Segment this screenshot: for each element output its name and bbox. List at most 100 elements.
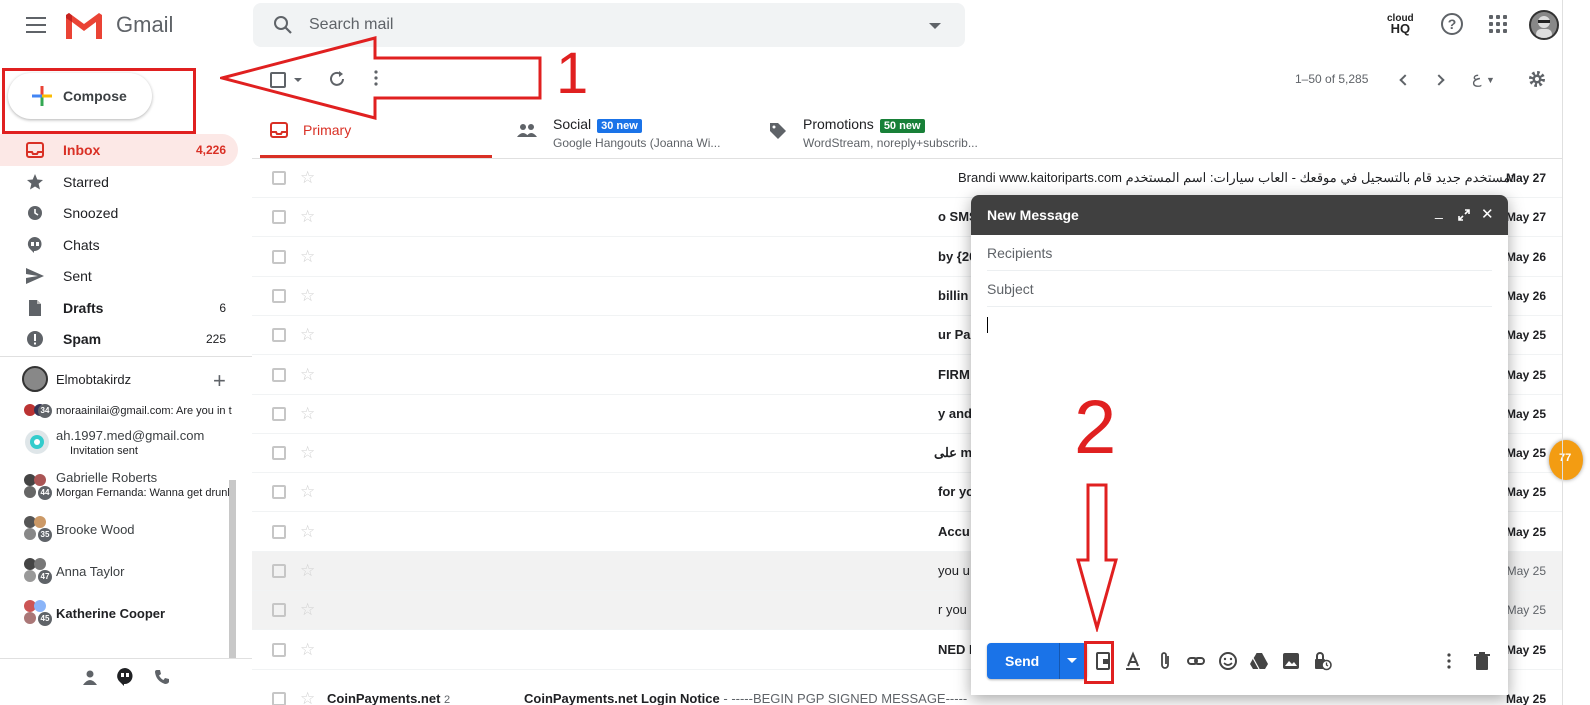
- table-row[interactable]: ☆ Brandi www.kaitoriparts.com مستخدم جديد…: [252, 159, 1562, 198]
- row-checkbox[interactable]: [272, 406, 286, 421]
- recipients-field[interactable]: Recipients: [987, 235, 1492, 271]
- help-icon[interactable]: ?: [1441, 13, 1463, 35]
- contacts-icon[interactable]: [82, 669, 98, 685]
- chat-badge: 35: [38, 528, 52, 542]
- minimize-icon[interactable]: _: [1435, 203, 1443, 219]
- send-options-chevron-down-icon[interactable]: [1067, 658, 1077, 663]
- sidebar-item-spam[interactable]: Spam 225: [0, 323, 238, 355]
- select-all-checkbox[interactable]: [270, 72, 286, 88]
- chat-item[interactable]: 35 Brooke Wood: [22, 514, 232, 552]
- sidebar-divider: [0, 356, 252, 357]
- search-options-icon[interactable]: [929, 23, 941, 29]
- sidebar-scrollbar[interactable]: [229, 480, 236, 658]
- page-scrollbar[interactable]: [1562, 0, 1563, 705]
- message-body-editor[interactable]: [987, 307, 1492, 627]
- attach-icon[interactable]: [1155, 651, 1175, 671]
- star-icon[interactable]: ☆: [300, 286, 315, 306]
- new-count-badge: 30 new: [597, 119, 642, 133]
- gmail-logo-icon[interactable]: [64, 11, 104, 41]
- refresh-icon[interactable]: [328, 70, 346, 88]
- next-page-chevron-right-icon[interactable]: [1433, 74, 1445, 86]
- sidebar-item-starred[interactable]: Starred: [0, 166, 238, 198]
- emoji-icon[interactable]: [1218, 651, 1238, 671]
- photo-icon[interactable]: [1281, 651, 1301, 671]
- account-avatar[interactable]: [1529, 10, 1559, 40]
- chat-item[interactable]: ah.1997.med@gmail.com Invitation sent: [22, 428, 232, 466]
- apps-grid-icon[interactable]: [1489, 15, 1507, 33]
- send-button[interactable]: Send: [987, 643, 1087, 679]
- sidebar-item-snoozed[interactable]: Snoozed: [0, 197, 238, 229]
- chat-item[interactable]: 47 Anna Taylor: [22, 556, 232, 594]
- link-icon[interactable]: [1186, 651, 1206, 671]
- star-icon[interactable]: ☆: [300, 325, 315, 345]
- star-icon[interactable]: ☆: [300, 247, 315, 267]
- send-icon: [26, 268, 44, 284]
- compose-dialog-header[interactable]: New Message _ ✕: [971, 195, 1508, 235]
- star-icon[interactable]: ☆: [300, 600, 315, 620]
- prev-page-chevron-left-icon[interactable]: [1399, 74, 1411, 86]
- expand-icon[interactable]: [1458, 209, 1470, 221]
- row-checkbox[interactable]: [272, 210, 286, 225]
- star-icon[interactable]: ☆: [300, 640, 315, 660]
- row-checkbox[interactable]: [272, 288, 286, 303]
- star-icon[interactable]: ☆: [300, 443, 315, 463]
- hangouts-icon[interactable]: [116, 667, 134, 687]
- star-icon[interactable]: ☆: [300, 207, 315, 227]
- pagination-label: 1–50 of 5,285: [1295, 72, 1369, 86]
- send-label: Send: [1005, 653, 1040, 669]
- search-input[interactable]: Search mail: [309, 16, 393, 34]
- row-checkbox[interactable]: [272, 249, 286, 264]
- sidebar-item-sent[interactable]: Sent: [0, 260, 238, 292]
- star-icon[interactable]: ☆: [300, 168, 315, 188]
- star-icon: [27, 174, 43, 190]
- row-checkbox[interactable]: [272, 367, 286, 382]
- send-divider: [1059, 643, 1060, 679]
- phone-icon[interactable]: [154, 669, 170, 685]
- tab-social[interactable]: Social 30 new Google Hangouts (Joanna Wi.…: [515, 108, 755, 158]
- confidential-mode-icon[interactable]: [1312, 651, 1332, 671]
- sidebar-item-chats[interactable]: Chats: [0, 229, 238, 261]
- tab-label: Social 30 new: [553, 116, 642, 133]
- main-menu-icon[interactable]: [26, 17, 46, 33]
- tab-promotions[interactable]: Promotions 50 new WordStream, noreply+sub…: [768, 108, 1008, 158]
- tab-label: Primary: [303, 122, 352, 138]
- tab-primary[interactable]: Primary: [260, 108, 492, 158]
- row-checkbox[interactable]: [272, 524, 286, 539]
- row-checkbox[interactable]: [272, 171, 286, 185]
- star-icon[interactable]: ☆: [300, 561, 315, 581]
- close-icon[interactable]: ✕: [1481, 205, 1494, 223]
- row-checkbox[interactable]: [272, 603, 286, 618]
- star-icon[interactable]: ☆: [300, 689, 315, 705]
- row-checkbox[interactable]: [272, 564, 286, 578]
- row-checkbox[interactable]: [272, 692, 286, 705]
- star-icon[interactable]: ☆: [300, 482, 315, 502]
- chat-item[interactable]: 45 Katherine Cooper: [22, 598, 232, 636]
- chat-name: Katherine Cooper: [56, 606, 166, 621]
- subject-field[interactable]: Subject: [987, 271, 1492, 307]
- row-checkbox[interactable]: [272, 446, 286, 461]
- star-icon[interactable]: ☆: [300, 522, 315, 542]
- search-icon[interactable]: [273, 15, 293, 35]
- row-checkbox[interactable]: [272, 485, 286, 500]
- chat-item[interactable]: 44 Gabrielle Roberts Morgan Fernanda: Wa…: [22, 470, 233, 508]
- more-options-icon[interactable]: [374, 70, 378, 86]
- sidebar-item-inbox[interactable]: Inbox 4,226: [0, 134, 238, 166]
- sidebar-item-drafts[interactable]: Drafts 6: [0, 292, 238, 324]
- select-options-chevron-down-icon[interactable]: [294, 78, 302, 82]
- more-options-icon[interactable]: [1445, 651, 1453, 671]
- row-checkbox[interactable]: [272, 642, 286, 657]
- sidebar-item-label: Spam: [63, 331, 102, 347]
- group-avatar: 44: [24, 470, 52, 500]
- cloudhq-icon[interactable]: cloud HQ: [1387, 14, 1414, 36]
- star-icon[interactable]: ☆: [300, 404, 315, 424]
- side-widget-button[interactable]: 77: [1549, 440, 1583, 480]
- gear-icon[interactable]: [1528, 70, 1546, 88]
- formatting-icon[interactable]: [1123, 651, 1143, 671]
- star-icon[interactable]: ☆: [300, 365, 315, 385]
- input-tools-button[interactable]: ع ▼: [1472, 68, 1495, 88]
- row-checkbox[interactable]: [272, 328, 286, 343]
- new-chat-plus-icon[interactable]: +: [213, 368, 226, 394]
- compose-dialog: New Message _ ✕ Recipients Subject Send: [971, 195, 1508, 695]
- drive-icon[interactable]: [1249, 651, 1269, 671]
- discard-draft-trash-icon[interactable]: [1472, 651, 1492, 671]
